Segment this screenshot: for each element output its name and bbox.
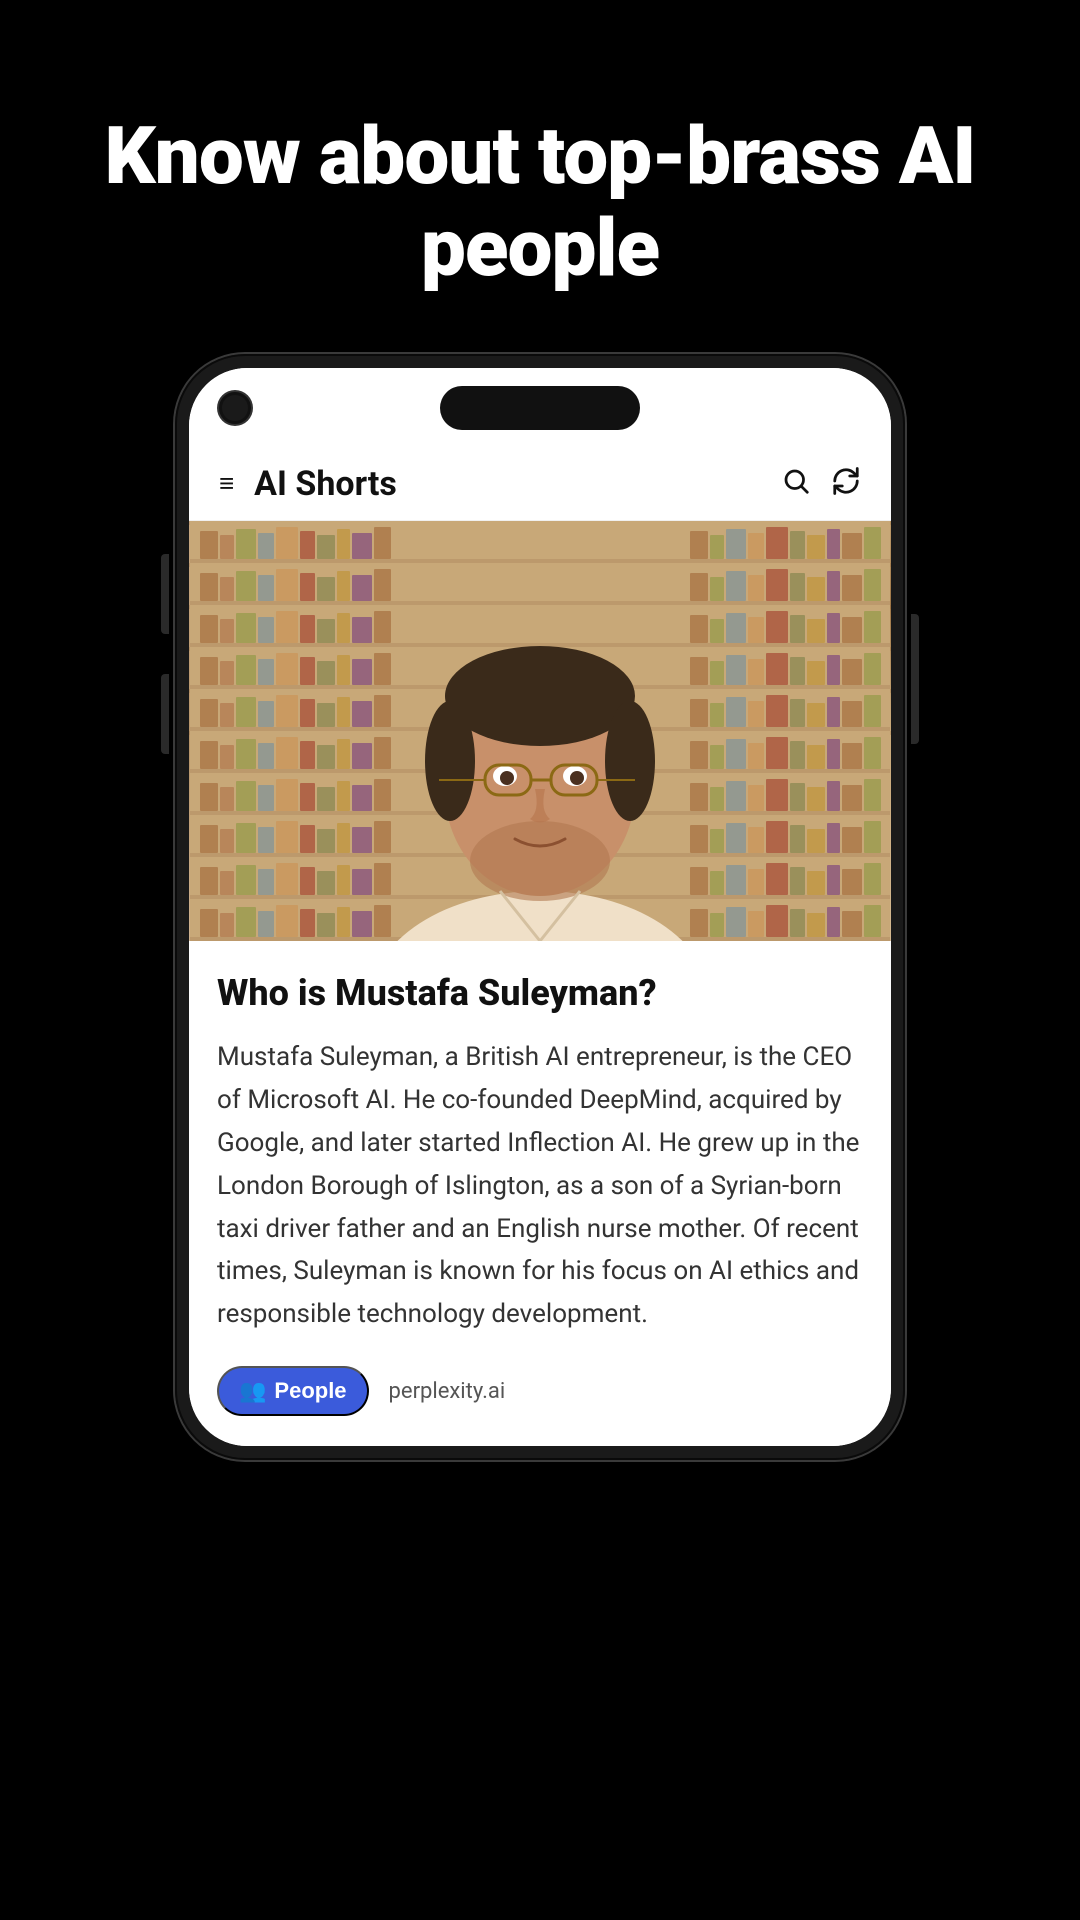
article-footer: 👥 People perplexity.ai — [217, 1366, 863, 1416]
camera-dot — [219, 392, 251, 424]
dynamic-island — [440, 386, 640, 430]
article-title: Who is Mustafa Suleyman? — [217, 971, 863, 1016]
menu-icon[interactable]: ≡ — [219, 471, 234, 497]
hero-title: Know about top-brass AI people — [0, 110, 1080, 294]
app-bar: ≡ AI Shorts — [189, 448, 891, 521]
app-bar-actions — [781, 466, 861, 503]
people-icon: 👥 — [239, 1378, 266, 1404]
phone-top-bar — [189, 368, 891, 448]
source-label: perplexity.ai — [389, 1379, 506, 1404]
search-icon[interactable] — [781, 466, 811, 503]
article-content: Who is Mustafa Suleyman? Mustafa Suleyma… — [189, 941, 891, 1446]
article-body: Mustafa Suleyman, a British AI entrepren… — [217, 1036, 863, 1336]
people-tag-button[interactable]: 👥 People — [217, 1366, 369, 1416]
phone-screen: ≡ AI Shorts — [189, 368, 891, 1446]
article-image — [189, 521, 891, 941]
app-title: AI Shorts — [254, 464, 781, 504]
refresh-icon[interactable] — [831, 466, 861, 503]
phone-frame: ≡ AI Shorts — [175, 354, 905, 1460]
people-tag-label: People — [274, 1378, 346, 1404]
